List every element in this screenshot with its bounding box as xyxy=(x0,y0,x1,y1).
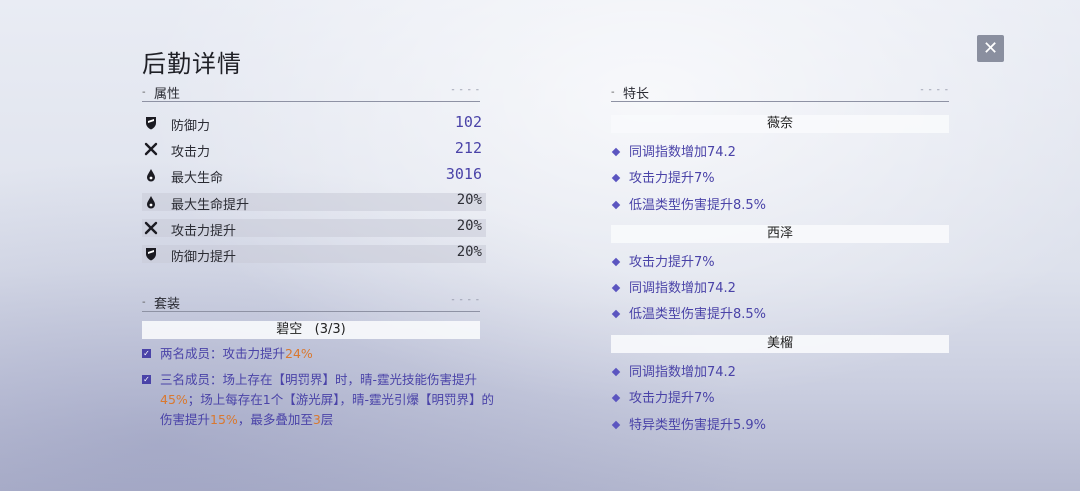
attribute-label: 防御力提升 xyxy=(171,250,237,265)
diamond-bullet-icon xyxy=(611,147,621,157)
character-name-bar: 美榴 xyxy=(611,335,949,353)
perk-item: 同调指数增加74.2 xyxy=(611,364,736,382)
diamond-bullet-icon xyxy=(611,420,621,430)
diamond-bullet-icon xyxy=(611,257,621,267)
perk-item: 低温类型伤害提升8.5% xyxy=(611,197,766,215)
attribute-row-max-hp-boost: 最大生命提升 20% xyxy=(142,192,486,213)
divider xyxy=(142,101,480,102)
attribute-label: 最大生命提升 xyxy=(171,198,250,213)
header-decoration: - - - - xyxy=(920,85,949,95)
specialties-heading: 特长 xyxy=(623,87,650,102)
attribute-value: 20% xyxy=(456,244,482,260)
set-heading: 套装 xyxy=(154,297,181,312)
set-bonus-2: ✓ 两名成员：攻击力提升24% xyxy=(142,346,313,361)
perk-item: 特异类型伤害提升5.9% xyxy=(611,417,766,435)
perk-item: 攻击力提升7% xyxy=(611,390,715,408)
set-count: (3/3) xyxy=(314,322,346,337)
attribute-label: 最大生命 xyxy=(171,171,224,186)
specialties-section-header: - 特长 - - - - xyxy=(611,85,949,102)
attribute-row-defense: 防御力 102 xyxy=(142,113,486,134)
diamond-bullet-icon xyxy=(611,200,621,210)
attribute-value: 20% xyxy=(456,192,482,208)
attribute-row-defense-boost: 防御力提升 20% xyxy=(142,244,486,265)
attribute-value: 20% xyxy=(456,218,482,234)
attribute-value: 3016 xyxy=(445,165,482,183)
crossed-swords-icon xyxy=(144,142,158,156)
diamond-bullet-icon xyxy=(611,283,621,293)
crossed-swords-icon xyxy=(144,221,158,235)
droplet-icon xyxy=(147,169,155,182)
attribute-row-max-hp: 最大生命 3016 xyxy=(142,165,486,186)
attributes-heading: 属性 xyxy=(154,87,181,102)
diamond-bullet-icon xyxy=(611,309,621,319)
perk-item: 同调指数增加74.2 xyxy=(611,144,736,162)
character-name-bar: 西泽 xyxy=(611,225,949,243)
header-decoration: - - - - xyxy=(451,85,480,95)
attribute-value: 102 xyxy=(454,113,482,131)
character-name: 西泽 xyxy=(766,226,793,241)
header-decoration: - - - - xyxy=(451,295,480,305)
perk-item: 同调指数增加74.2 xyxy=(611,280,736,298)
character-name: 美榴 xyxy=(766,336,793,351)
attribute-value: 212 xyxy=(454,139,482,157)
check-icon: ✓ xyxy=(142,375,151,384)
set-section-header: - 套装 - - - - xyxy=(142,295,480,312)
character-name-bar: 薇奈 xyxy=(611,115,949,133)
divider xyxy=(611,101,949,102)
attribute-label: 攻击力提升 xyxy=(171,224,237,239)
attribute-row-attack: 攻击力 212 xyxy=(142,139,486,160)
shield-icon xyxy=(146,248,156,261)
perk-item: 攻击力提升7% xyxy=(611,254,715,272)
attribute-label: 攻击力 xyxy=(171,145,211,160)
close-button[interactable]: ✕ xyxy=(977,35,1004,62)
attribute-label: 防御力 xyxy=(171,119,211,134)
diamond-bullet-icon xyxy=(611,173,621,183)
set-name-bar: 碧空 (3/3) xyxy=(142,321,480,339)
set-bonus-3: ✓ 三名成员：场上存在【明罚界】时，晴-霆光技能伤害提升45%；场上每存在1个【… xyxy=(142,372,495,427)
diamond-bullet-icon xyxy=(611,393,621,403)
attribute-row-attack-boost: 攻击力提升 20% xyxy=(142,218,486,239)
perk-item: 低温类型伤害提升8.5% xyxy=(611,306,766,324)
check-icon: ✓ xyxy=(142,349,151,358)
droplet-icon xyxy=(147,196,155,209)
character-name: 薇奈 xyxy=(766,116,793,131)
close-icon: ✕ xyxy=(982,38,999,59)
perk-item: 攻击力提升7% xyxy=(611,170,715,188)
divider xyxy=(142,311,480,312)
diamond-bullet-icon xyxy=(611,367,621,377)
shield-icon xyxy=(146,117,156,130)
page-title: 后勤详情 xyxy=(142,50,242,78)
set-name: 碧空 xyxy=(276,322,303,337)
attributes-section-header: - 属性 - - - - xyxy=(142,85,480,102)
